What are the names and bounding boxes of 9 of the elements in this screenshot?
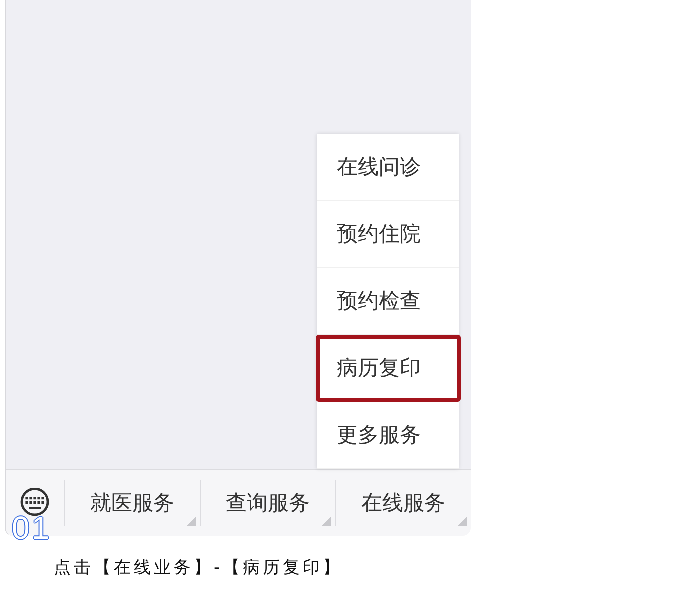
menu-item[interactable]: 预约检查 <box>317 268 459 336</box>
menu-bar-tab[interactable]: 查询服务 <box>200 480 336 526</box>
caption: 点击【在线业务】-【病历复印】 <box>54 557 344 579</box>
step-number: 01 <box>12 510 52 547</box>
menu-bar-tab[interactable]: 就医服务 <box>64 480 200 526</box>
menu-item[interactable]: 在线问诊 <box>317 134 459 202</box>
menu-bar-tab[interactable]: 在线服务 <box>335 480 472 526</box>
menu-item[interactable]: 病历复印 <box>316 335 461 402</box>
menu-item[interactable]: 预约住院 <box>317 201 459 268</box>
